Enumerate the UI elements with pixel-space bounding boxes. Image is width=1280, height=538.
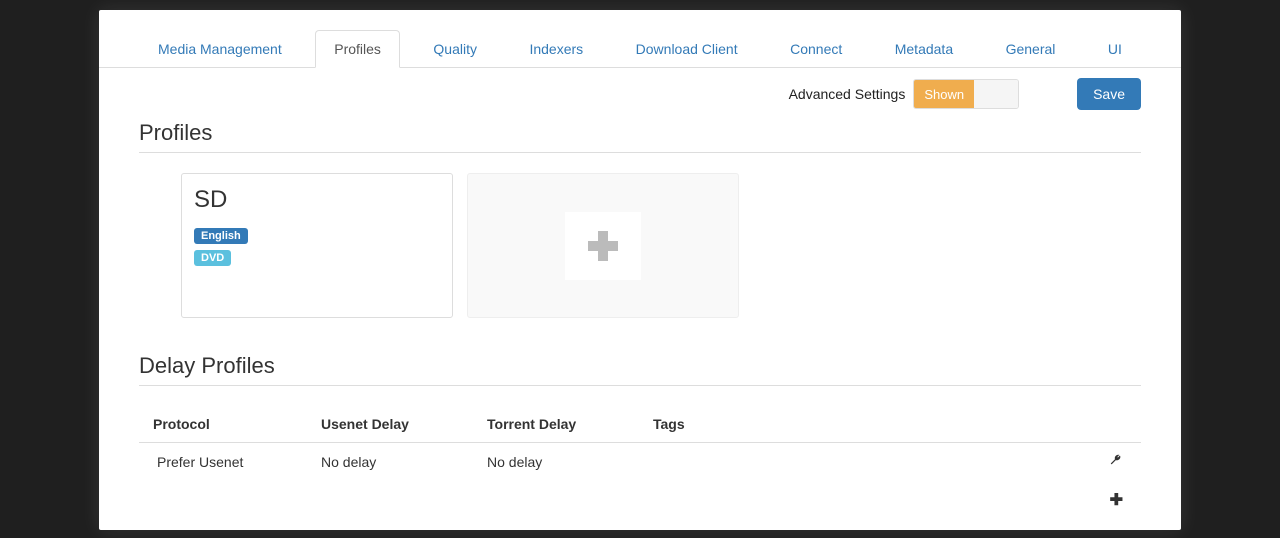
- delay-profile-row: Prefer Usenet No delay No delay: [139, 443, 1141, 481]
- toolbar: Advanced Settings Shown Save: [99, 68, 1181, 110]
- language-badge: English: [194, 228, 248, 244]
- tab-metadata[interactable]: Metadata: [876, 30, 972, 68]
- delay-profiles-title: Delay Profiles: [139, 353, 1141, 386]
- profile-cards: SD English DVD: [139, 173, 1141, 318]
- toggle-shown-label: Shown: [914, 80, 974, 108]
- tab-general[interactable]: General: [987, 30, 1075, 68]
- tab-profiles[interactable]: Profiles: [315, 30, 400, 68]
- tab-indexers[interactable]: Indexers: [510, 30, 602, 68]
- toggle-empty: [974, 80, 1018, 108]
- col-torrent-delay: Torrent Delay: [473, 406, 639, 443]
- profiles-section: Profiles SD English DVD: [99, 110, 1181, 318]
- tab-download-client[interactable]: Download Client: [617, 30, 757, 68]
- advanced-toggle[interactable]: Shown: [913, 79, 1019, 109]
- tab-ui[interactable]: UI: [1089, 30, 1141, 68]
- add-inner: [565, 212, 641, 280]
- profile-card-sd[interactable]: SD English DVD: [181, 173, 453, 318]
- delay-profiles-section: Delay Profiles Protocol Usenet Delay Tor…: [99, 318, 1181, 520]
- add-delay-icon[interactable]: ✚: [1110, 492, 1123, 509]
- add-profile-card[interactable]: [467, 173, 739, 318]
- col-usenet-delay: Usenet Delay: [307, 406, 473, 443]
- advanced-settings-label: Advanced Settings: [789, 86, 906, 102]
- cell-torrent-delay: No delay: [473, 443, 639, 481]
- settings-tabs: Media Management Profiles Quality Indexe…: [99, 30, 1181, 68]
- save-button[interactable]: Save: [1077, 78, 1141, 110]
- add-delay-profile-row: ✚: [139, 480, 1141, 520]
- cell-tags: [639, 443, 1081, 481]
- cell-usenet-delay: No delay: [307, 443, 473, 481]
- col-action: [1081, 406, 1141, 443]
- cell-action: [1081, 443, 1141, 481]
- tab-connect[interactable]: Connect: [771, 30, 861, 68]
- delay-profiles-table: Protocol Usenet Delay Torrent Delay Tags…: [139, 406, 1141, 520]
- quality-badge: DVD: [194, 250, 231, 266]
- col-protocol: Protocol: [139, 406, 307, 443]
- tab-quality[interactable]: Quality: [414, 30, 496, 68]
- profile-card-title: SD: [194, 186, 440, 214]
- wrench-icon[interactable]: [1109, 453, 1123, 467]
- cell-protocol: Prefer Usenet: [139, 443, 307, 481]
- col-tags: Tags: [639, 406, 1081, 443]
- plus-icon: [588, 231, 618, 261]
- profiles-title: Profiles: [139, 120, 1141, 153]
- tab-media-management[interactable]: Media Management: [139, 30, 301, 68]
- settings-panel: Media Management Profiles Quality Indexe…: [99, 10, 1181, 530]
